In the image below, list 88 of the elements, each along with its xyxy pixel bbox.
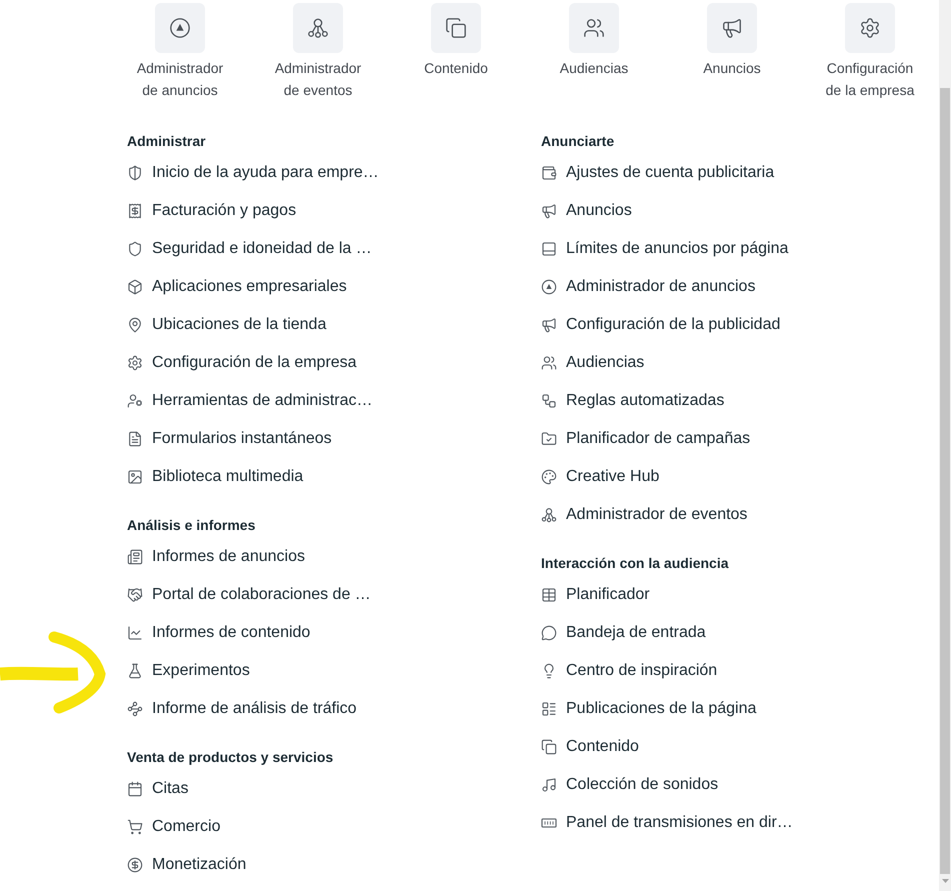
menu-item[interactable]: Ajustes de cuenta publicitaria — [541, 154, 774, 192]
menu-item[interactable]: Ubicaciones de la tienda — [127, 306, 326, 344]
shopping-cart-icon — [127, 819, 143, 835]
menu-item[interactable]: Bandeja de entrada — [541, 614, 706, 652]
menu-item[interactable]: Portal de colaboraciones de … — [127, 576, 371, 614]
shortcut-tile[interactable] — [155, 3, 205, 53]
settings-icon — [859, 17, 881, 39]
section-heading: Análisis e informes — [127, 516, 256, 535]
cube-icon — [127, 279, 143, 295]
handshake-icon — [127, 587, 143, 603]
user-gear-icon — [127, 393, 143, 409]
menu-item[interactable]: Administrador de anuncios — [541, 268, 756, 306]
shortcut-label[interactable]: Configuración de la empresa — [818, 57, 922, 101]
menu-item[interactable]: Contenido — [541, 728, 639, 766]
menu-item[interactable]: Anuncios — [541, 192, 632, 230]
menu-item[interactable]: Experimentos — [127, 652, 250, 690]
people-icon — [583, 17, 605, 39]
menu-item[interactable]: Aplicaciones empresariales — [127, 268, 347, 306]
menu-item[interactable]: Informe de análisis de tráfico — [127, 690, 357, 728]
layout-list-icon — [541, 701, 557, 717]
scrollbar-thumb[interactable] — [940, 88, 950, 874]
shield-icon — [127, 165, 143, 181]
dollar-circle-icon — [127, 857, 143, 873]
receipt-icon — [127, 203, 143, 219]
settings-icon — [127, 355, 143, 371]
shortcut-tile[interactable] — [845, 3, 895, 53]
megaphone-icon — [541, 317, 557, 333]
menu-item[interactable]: Configuración de la publicidad — [541, 306, 780, 344]
waypoints-icon — [127, 701, 143, 717]
menu-item[interactable]: Administrador de eventos — [541, 496, 748, 534]
line-chart-icon — [127, 625, 143, 641]
shield-icon — [127, 241, 143, 257]
panel-icon — [541, 241, 557, 257]
menu-item[interactable]: Planificador de campañas — [541, 420, 750, 458]
megaphone-icon — [721, 17, 743, 39]
menu-item[interactable]: Facturación y pagos — [127, 192, 296, 230]
shortcut-label[interactable]: Contenido — [424, 57, 488, 79]
music-note-icon — [541, 777, 557, 793]
menu-item[interactable]: Biblioteca multimedia — [127, 458, 304, 496]
megaphone-icon — [541, 203, 557, 219]
menu-item[interactable]: Informes de anuncios — [127, 538, 305, 576]
folder-check-icon — [541, 431, 557, 447]
network-icon — [541, 507, 557, 523]
shortcut-tile[interactable] — [431, 3, 481, 53]
section-heading: Administrar — [127, 132, 206, 151]
shortcut-label[interactable]: Administrador de eventos — [266, 57, 370, 101]
chat-bubble-icon — [541, 625, 557, 641]
wallet-icon — [541, 165, 557, 181]
section-heading: Venta de productos y servicios — [127, 748, 334, 767]
people-icon — [541, 355, 557, 371]
menu-item[interactable]: Planificador — [541, 576, 650, 614]
copy-icon — [541, 739, 557, 755]
menu-item[interactable]: Inicio de la ayuda para empre… — [127, 154, 379, 192]
image-icon — [127, 469, 143, 485]
network-icon — [307, 17, 329, 39]
shortcut-label[interactable]: Anuncios — [703, 57, 761, 79]
menu-item[interactable]: Formularios instantáneos — [127, 420, 332, 458]
shortcut-tile[interactable] — [707, 3, 757, 53]
flask-icon — [127, 663, 143, 679]
workflow-icon — [541, 393, 557, 409]
menu-item[interactable]: Herramientas de administrac… — [127, 382, 373, 420]
menu-item[interactable]: Publicaciones de la página — [541, 690, 756, 728]
shortcut-tile[interactable] — [569, 3, 619, 53]
shortcut-label[interactable]: Audiencias — [560, 57, 628, 79]
copy-icon — [445, 17, 467, 39]
section-heading: Interacción con la audiencia — [541, 554, 729, 573]
menu-item[interactable]: Colección de sonidos — [541, 766, 718, 804]
palette-icon — [541, 469, 557, 485]
menu-item[interactable]: Citas — [127, 770, 188, 808]
menu-item[interactable]: Creative Hub — [541, 458, 660, 496]
menu-item[interactable]: Audiencias — [541, 344, 644, 382]
menu-item[interactable]: Monetización — [127, 846, 246, 884]
document-icon — [127, 431, 143, 447]
menu-item[interactable]: Centro de inspiración — [541, 652, 718, 690]
menu-item[interactable]: Comercio — [127, 808, 220, 846]
menu-item[interactable]: Configuración de la empresa — [127, 344, 357, 382]
menu-item[interactable]: Límites de anuncios por página — [541, 230, 788, 268]
map-pin-icon — [127, 317, 143, 333]
menu-item[interactable]: Panel de transmisiones en dir… — [541, 804, 793, 842]
newspaper-icon — [127, 549, 143, 565]
menu-item[interactable]: Informes de contenido — [127, 614, 310, 652]
section-heading: Anunciarte — [541, 132, 614, 151]
calendar-icon — [127, 781, 143, 797]
table-icon — [541, 587, 557, 603]
shortcut-label[interactable]: Administrador de anuncios — [128, 57, 232, 101]
shortcut-tile[interactable] — [293, 3, 343, 53]
menu-item[interactable]: Seguridad e idoneidad de la … — [127, 230, 372, 268]
menu-item[interactable]: Reglas automatizadas — [541, 382, 724, 420]
